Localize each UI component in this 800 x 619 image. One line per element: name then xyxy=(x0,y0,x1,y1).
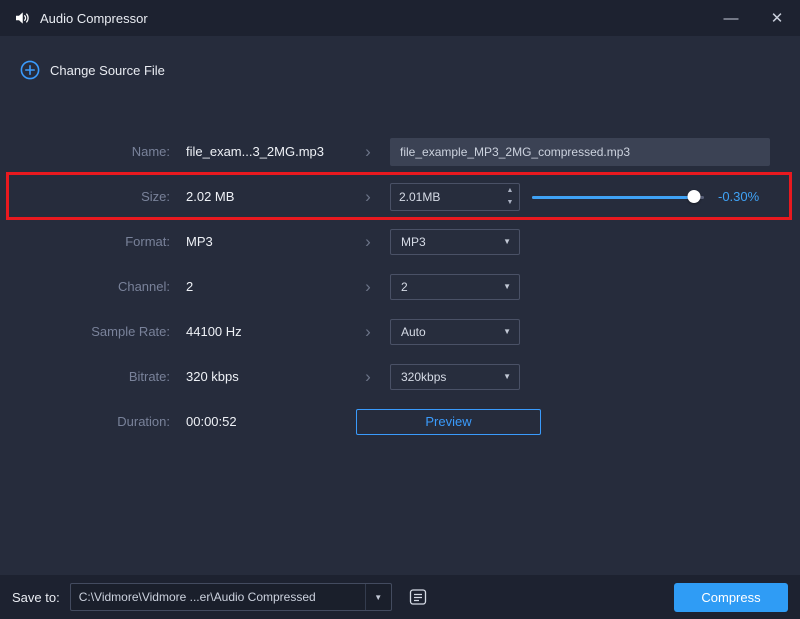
spin-down-icon[interactable]: ▼ xyxy=(501,197,519,209)
browse-folder-button[interactable] xyxy=(402,583,434,611)
size-current-value: 2.02 MB xyxy=(170,189,346,204)
size-label: Size: xyxy=(0,189,170,204)
size-spinner: ▲ ▼ xyxy=(390,183,520,211)
channel-current-value: 2 xyxy=(170,279,346,294)
size-slider-handle[interactable] xyxy=(687,190,700,203)
size-slider[interactable] xyxy=(532,190,704,204)
chevron-down-icon: ▼ xyxy=(503,237,511,246)
chevron-right-icon: › xyxy=(346,143,390,160)
format-dropdown[interactable]: MP3 ▼ xyxy=(390,229,520,255)
sample-rate-selected-value: Auto xyxy=(401,325,426,339)
chevron-right-icon: › xyxy=(346,368,390,385)
channel-dropdown[interactable]: 2 ▼ xyxy=(390,274,520,300)
size-row: Size: 2.02 MB › ▲ ▼ -0.30% xyxy=(0,174,800,219)
format-label: Format: xyxy=(0,234,170,249)
change-source-file-label: Change Source File xyxy=(50,63,165,78)
save-path-input[interactable] xyxy=(71,584,365,610)
close-button[interactable]: ✕ xyxy=(754,0,800,36)
bitrate-selected-value: 320kbps xyxy=(401,370,446,384)
footer-bar: Save to: ▼ Compress xyxy=(0,575,800,619)
bitrate-dropdown[interactable]: 320kbps ▼ xyxy=(390,364,520,390)
format-row: Format: MP3 › MP3 ▼ xyxy=(0,219,800,264)
chevron-right-icon: › xyxy=(346,233,390,250)
size-reduction-percent: -0.30% xyxy=(718,189,759,204)
add-circle-icon xyxy=(20,60,40,80)
duration-row: Duration: 00:00:52 Preview xyxy=(0,399,800,444)
preview-button[interactable]: Preview xyxy=(356,409,541,435)
change-source-file-button[interactable]: Change Source File xyxy=(20,58,220,82)
bitrate-row: Bitrate: 320 kbps › 320kbps ▼ xyxy=(0,354,800,399)
channel-row: Channel: 2 › 2 ▼ xyxy=(0,264,800,309)
chevron-right-icon: › xyxy=(346,278,390,295)
minimize-button[interactable]: — xyxy=(708,0,754,36)
audio-compressor-window: Audio Compressor — ✕ Change Source File … xyxy=(0,0,800,619)
size-slider-fill xyxy=(532,196,694,199)
name-label: Name: xyxy=(0,144,170,159)
spin-up-icon[interactable]: ▲ xyxy=(501,185,519,197)
bitrate-label: Bitrate: xyxy=(0,369,170,384)
bitrate-current-value: 320 kbps xyxy=(170,369,346,384)
name-current-value: file_exam...3_2MG.mp3 xyxy=(170,144,346,159)
size-value-input[interactable] xyxy=(391,184,501,210)
chevron-down-icon: ▼ xyxy=(503,327,511,336)
chevron-down-icon: ▼ xyxy=(503,282,511,291)
output-name-input[interactable] xyxy=(390,138,770,166)
save-to-label: Save to: xyxy=(12,590,60,605)
chevron-right-icon: › xyxy=(346,188,390,205)
format-current-value: MP3 xyxy=(170,234,346,249)
titlebar: Audio Compressor — ✕ xyxy=(0,0,800,36)
sample-rate-dropdown[interactable]: Auto ▼ xyxy=(390,319,520,345)
chevron-down-icon[interactable]: ▼ xyxy=(365,584,391,610)
sample-rate-label: Sample Rate: xyxy=(0,324,170,339)
channel-selected-value: 2 xyxy=(401,280,408,294)
chevron-right-icon: › xyxy=(346,323,390,340)
speaker-icon xyxy=(12,8,32,28)
sample-rate-row: Sample Rate: 44100 Hz › Auto ▼ xyxy=(0,309,800,354)
settings-rows: Name: file_exam...3_2MG.mp3 › Size: 2.02… xyxy=(0,129,800,444)
sample-rate-current-value: 44100 Hz xyxy=(170,324,346,339)
duration-label: Duration: xyxy=(0,414,170,429)
window-title: Audio Compressor xyxy=(40,11,148,26)
channel-label: Channel: xyxy=(0,279,170,294)
open-folder-icon xyxy=(408,588,428,606)
size-spin-buttons: ▲ ▼ xyxy=(501,184,519,210)
save-path-combo: ▼ xyxy=(70,583,392,611)
name-row: Name: file_exam...3_2MG.mp3 › xyxy=(0,129,800,174)
duration-current-value: 00:00:52 xyxy=(170,414,346,429)
compress-button[interactable]: Compress xyxy=(674,583,788,612)
format-selected-value: MP3 xyxy=(401,235,426,249)
chevron-down-icon: ▼ xyxy=(503,372,511,381)
